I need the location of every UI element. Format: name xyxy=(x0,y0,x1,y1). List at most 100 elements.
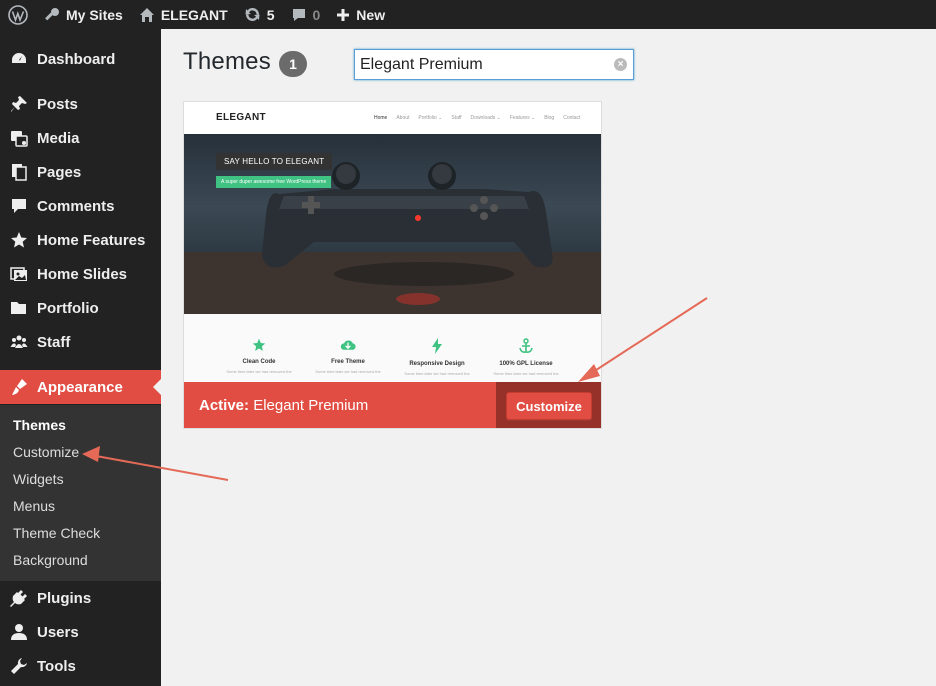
home-icon xyxy=(139,7,154,22)
folder-icon xyxy=(0,299,37,317)
anchor-icon xyxy=(519,338,533,353)
dashboard-icon xyxy=(0,50,37,68)
star-icon xyxy=(0,231,37,249)
bolt-icon xyxy=(432,338,442,354)
appearance-submenu: Themes Customize Widgets Menus Theme Che… xyxy=(0,405,161,581)
preview-hero-title: SAY HELLO TO ELEGANT xyxy=(216,153,333,170)
sidebar-item-appearance[interactable]: Appearance xyxy=(0,370,161,404)
sidebar-item-label: Home Slides xyxy=(37,265,128,283)
site-name-label: ELEGANT xyxy=(160,6,228,23)
sidebar-item-comments[interactable]: Comments xyxy=(0,189,161,223)
sidebar-item-media[interactable]: Media xyxy=(0,121,161,155)
sidebar-item-portfolio[interactable]: Portfolio xyxy=(0,291,161,325)
sidebar-item-tools[interactable]: Tools xyxy=(0,649,161,683)
media-icon xyxy=(0,129,37,147)
sidebar-item-staff[interactable]: Staff xyxy=(0,325,161,359)
sidebar-item-label: Appearance xyxy=(37,378,123,396)
slides-icon xyxy=(0,265,37,283)
sidebar-item-users[interactable]: Users xyxy=(0,615,161,649)
preview-hero-image: SAY HELLO TO ELEGANT A super duper aweso… xyxy=(184,134,601,314)
sidebar-item-label: Tools xyxy=(37,657,76,675)
sidebar-item-label: Plugins xyxy=(37,589,92,607)
preview-feature: Responsive Design Some time later we had… xyxy=(392,338,482,376)
sidebar-item-label: Staff xyxy=(37,333,71,351)
new-label: New xyxy=(356,6,386,23)
sidebar-item-pages[interactable]: Pages xyxy=(0,155,161,189)
key-icon xyxy=(45,7,59,20)
active-theme-bar: Active: Elegant Premium Customize xyxy=(184,382,601,428)
preview-nav-item: About xyxy=(396,115,410,121)
sidebar-item-posts[interactable]: Posts xyxy=(0,87,161,121)
preview-hero-subtitle: A super duper awesome free WordPress the… xyxy=(216,176,332,188)
sidebar-item-home-slides[interactable]: Home Slides xyxy=(0,257,161,291)
comments-count: 0 xyxy=(312,6,321,23)
preview-nav-item: Blog xyxy=(544,115,555,121)
preview-feature: 100% GPL License Some time later we had … xyxy=(481,338,571,376)
preview-features: Clean Code Some time later we had remove… xyxy=(184,314,601,382)
sidebar-item-home-features[interactable]: Home Features xyxy=(0,223,161,257)
theme-screenshot[interactable]: ELEGANT Home About Portfolio ⌄ Staff Dow… xyxy=(184,102,601,382)
sidebar-item-label: Media xyxy=(37,129,80,147)
brush-icon xyxy=(0,378,37,396)
sidebar-item-label: Users xyxy=(37,623,79,641)
preview-nav-item: Contact xyxy=(563,115,581,121)
star-icon xyxy=(252,338,266,351)
customize-button[interactable]: Customize xyxy=(506,392,592,420)
sidebar-item-plugins[interactable]: Plugins xyxy=(0,581,161,615)
clear-search-icon[interactable]: × xyxy=(614,58,627,71)
cloud-download-icon xyxy=(340,340,356,350)
preview-nav-item: Features ⌄ xyxy=(509,115,536,121)
theme-search-box[interactable]: × xyxy=(354,49,634,80)
staff-icon xyxy=(0,333,37,351)
comment-icon xyxy=(0,197,37,215)
preview-nav-item: Downloads ⌄ xyxy=(470,115,501,121)
admin-sidebar: Dashboard Posts Media Pages Comments Hom… xyxy=(0,29,161,686)
submenu-customize[interactable]: Customize xyxy=(13,444,79,460)
comments-menu[interactable]: 0 xyxy=(283,0,329,29)
sidebar-item-dashboard[interactable]: Dashboard xyxy=(0,42,161,76)
sidebar-item-label: Posts xyxy=(37,95,78,113)
sidebar-item-label: Comments xyxy=(37,197,115,215)
active-theme-label: Active: Elegant Premium xyxy=(199,397,368,414)
preview-feature: Clean Code Some time later we had remove… xyxy=(214,338,304,374)
my-sites-menu[interactable]: My Sites xyxy=(36,0,131,29)
active-prefix: Active: xyxy=(199,397,250,414)
theme-card[interactable]: ELEGANT Home About Portfolio ⌄ Staff Dow… xyxy=(183,101,602,429)
active-theme-name: Elegant Premium xyxy=(253,397,369,414)
pages-icon xyxy=(0,163,37,181)
theme-actions: Customize xyxy=(496,382,601,428)
plug-icon xyxy=(0,589,37,607)
new-content-menu[interactable]: New xyxy=(328,0,393,29)
user-icon xyxy=(0,623,37,641)
theme-search-input[interactable] xyxy=(355,50,605,79)
preview-feature: Free Theme Some time later we had remove… xyxy=(303,338,393,374)
submenu-menus[interactable]: Menus xyxy=(13,498,55,514)
sidebar-item-label: Home Features xyxy=(37,231,146,249)
preview-nav-item: Portfolio ⌄ xyxy=(418,115,443,121)
preview-nav-item: Staff xyxy=(451,115,462,121)
plus-icon xyxy=(337,8,350,21)
comment-icon xyxy=(292,8,305,21)
preview-logo: ELEGANT xyxy=(216,112,266,123)
submenu-widgets[interactable]: Widgets xyxy=(13,471,64,487)
admin-bar: My Sites ELEGANT 5 0 New xyxy=(0,0,936,29)
updates-count: 5 xyxy=(266,6,275,23)
site-name-menu[interactable]: ELEGANT xyxy=(131,0,236,29)
submenu-background[interactable]: Background xyxy=(13,552,88,568)
preview-nav: Home About Portfolio ⌄ Staff Downloads ⌄… xyxy=(374,115,580,121)
updates-icon xyxy=(245,8,260,21)
submenu-theme-check[interactable]: Theme Check xyxy=(13,525,100,541)
sidebar-item-label: Pages xyxy=(37,163,82,181)
wrench-icon xyxy=(0,657,37,675)
page-title: Themes xyxy=(183,48,271,75)
wordpress-logo-icon[interactable] xyxy=(0,0,36,29)
submenu-themes[interactable]: Themes xyxy=(13,417,66,433)
pin-icon xyxy=(0,95,37,113)
preview-header: ELEGANT Home About Portfolio ⌄ Staff Dow… xyxy=(184,102,601,134)
sidebar-item-label: Dashboard xyxy=(37,50,116,68)
active-menu-notch xyxy=(153,379,161,395)
sidebar-item-label: Portfolio xyxy=(37,299,99,317)
theme-count-badge: 1 xyxy=(279,51,307,77)
updates-menu[interactable]: 5 xyxy=(236,0,283,29)
my-sites-label: My Sites xyxy=(66,6,123,23)
